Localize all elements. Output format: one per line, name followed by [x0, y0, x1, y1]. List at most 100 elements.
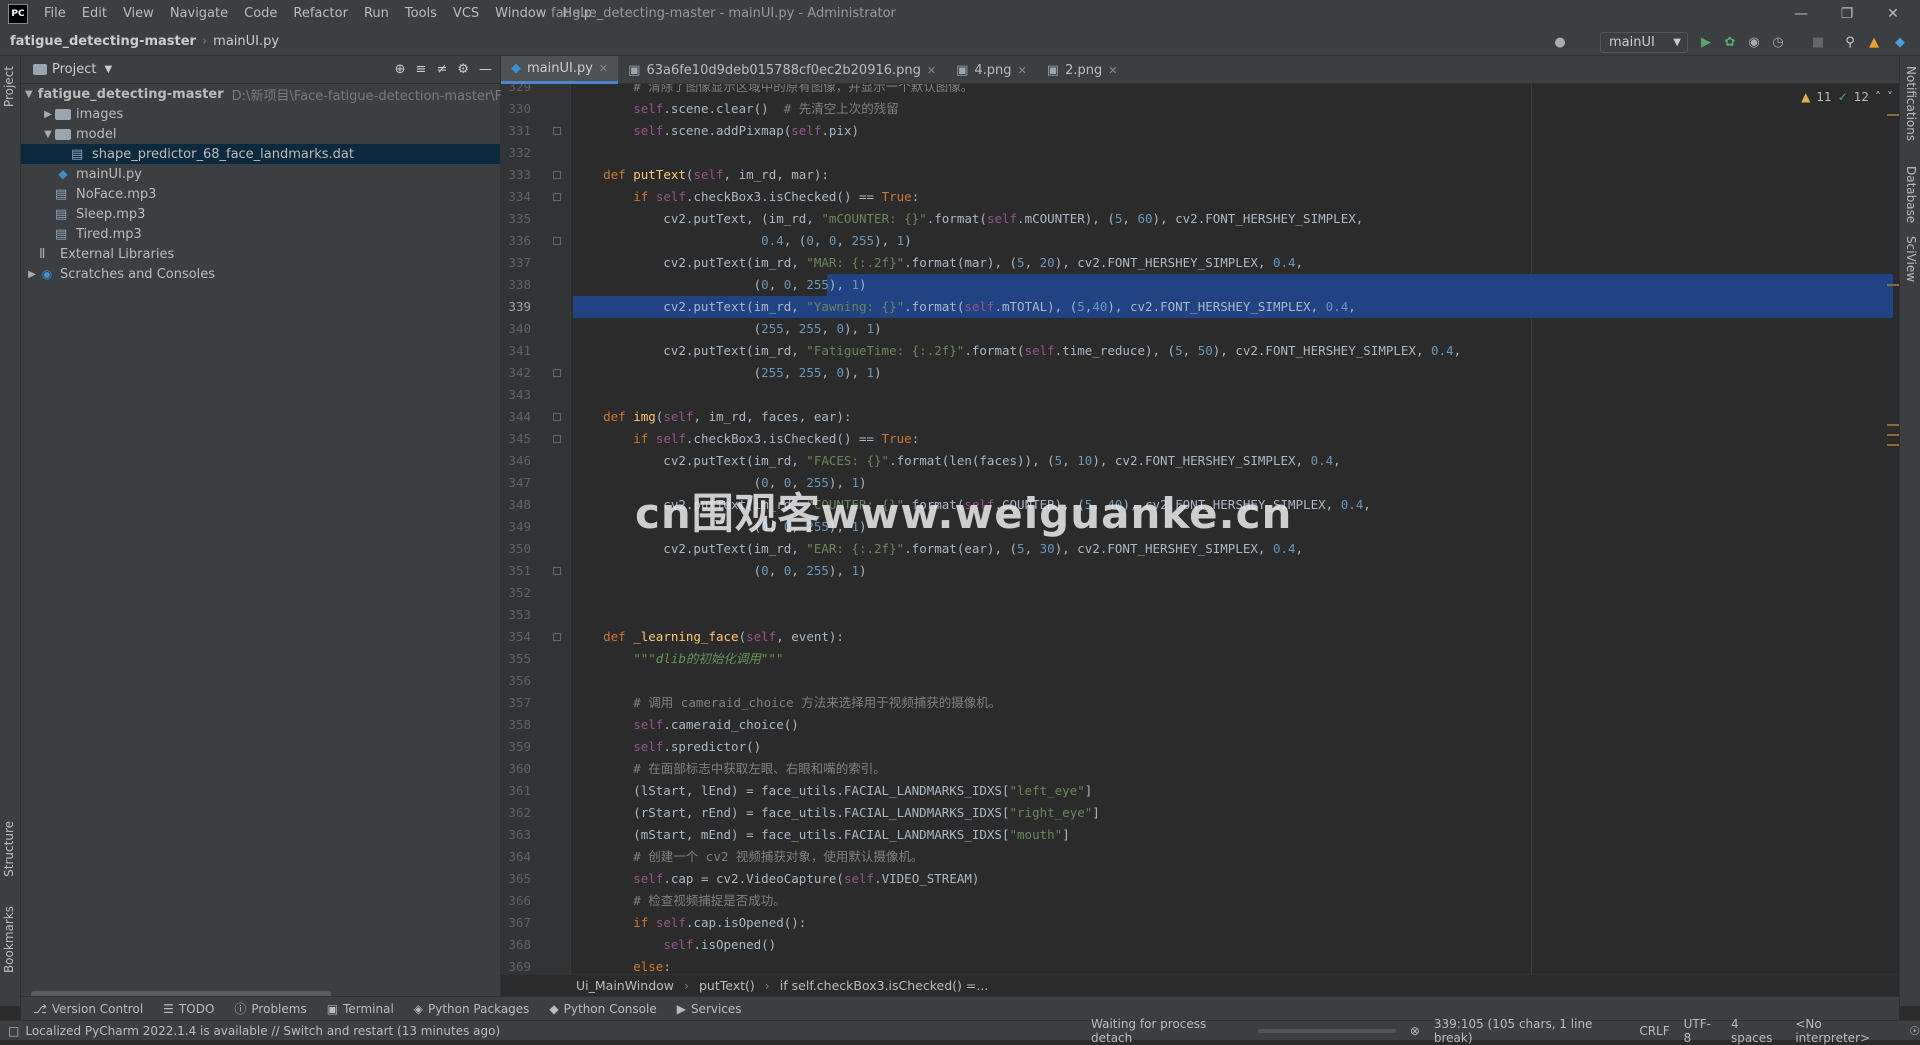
code-line[interactable]: def putText(self, im_rd, mar):: [573, 164, 1893, 186]
tool-window-button[interactable]: ☰ TODO: [163, 1002, 214, 1016]
profile-icon[interactable]: ◷: [1768, 32, 1788, 52]
code-line[interactable]: self.scene.addPixmap(self.pix): [573, 120, 1893, 142]
fold-marker-icon[interactable]: [553, 237, 561, 245]
code-line[interactable]: cv2.putText(im_rd, "Yawning: {}".format(…: [573, 296, 1893, 318]
strip-notifications[interactable]: Notifications: [1904, 66, 1918, 141]
chevron-right-icon[interactable]: ▶: [25, 269, 39, 280]
debug-icon[interactable]: ✿: [1720, 32, 1740, 52]
menu-item[interactable]: Refactor: [285, 0, 356, 28]
close-tab-icon[interactable]: ✕: [927, 64, 936, 77]
run-icon[interactable]: ▶: [1696, 32, 1716, 52]
code-line[interactable]: (255, 255, 0), 1): [573, 362, 1893, 384]
chevron-up-icon[interactable]: ˄: [1875, 90, 1881, 104]
code-line[interactable]: # 调用 cameraid_choice 方法来选择用于视频捕获的摄像机。: [573, 692, 1893, 714]
code-line[interactable]: cv2.putText, (im_rd, "mCOUNTER: {}".form…: [573, 208, 1893, 230]
fold-marker-icon[interactable]: [553, 413, 561, 421]
code-line[interactable]: # 在面部标志中获取左眼、右眼和嘴的索引。: [573, 758, 1893, 780]
coverage-icon[interactable]: ◉: [1744, 32, 1764, 52]
strip-project[interactable]: Project: [2, 66, 16, 107]
error-stripe-marker[interactable]: [1887, 424, 1899, 426]
project-title[interactable]: Project: [52, 62, 96, 77]
tree-item[interactable]: ▶ ◉ Scratches and Consoles: [21, 264, 500, 284]
fold-marker-icon[interactable]: [553, 567, 561, 575]
chevron-right-icon[interactable]: ▶: [41, 109, 55, 120]
editor-scrollbar[interactable]: [1887, 84, 1899, 974]
gear-icon[interactable]: ⚙: [457, 62, 469, 77]
file-encoding[interactable]: UTF-8: [1684, 1017, 1717, 1045]
editor-tab[interactable]: ▣ 63a6fe10d9deb015788cf0ec2b20916.png ✕: [618, 56, 946, 84]
code-line[interactable]: self.cap = cv2.VideoCapture(self.VIDEO_S…: [573, 868, 1893, 890]
menu-item[interactable]: View: [115, 0, 162, 28]
breadcrumb-method[interactable]: putText(): [699, 978, 755, 993]
code-line[interactable]: # 创建一个 cv2 视频捕获对象，使用默认摄像机。: [573, 846, 1893, 868]
editor-tab[interactable]: ▣ 2.png ✕: [1037, 56, 1128, 84]
tool-window-button[interactable]: ⓘ Problems: [234, 1000, 306, 1017]
menu-item[interactable]: Navigate: [162, 0, 236, 28]
user-icon[interactable]: ●: [1550, 32, 1570, 52]
tool-window-button[interactable]: ◈ Python Packages: [414, 1002, 530, 1016]
tree-item[interactable]: ▤ Tired.mp3: [21, 224, 500, 244]
error-stripe-marker[interactable]: [1887, 434, 1899, 436]
tree-item[interactable]: ▼ model: [21, 124, 500, 144]
minimize-icon[interactable]: —: [1778, 0, 1824, 28]
menu-item[interactable]: Run: [356, 0, 397, 28]
menu-item[interactable]: Tools: [397, 0, 445, 28]
strip-bookmarks[interactable]: Bookmarks: [2, 906, 16, 973]
locate-icon[interactable]: ⊕: [395, 62, 406, 77]
error-stripe-marker[interactable]: [1887, 284, 1899, 286]
cancel-icon[interactable]: ⊗: [1410, 1024, 1420, 1038]
tree-item[interactable]: ▤ NoFace.mp3: [21, 184, 500, 204]
code-line[interactable]: (rStart, rEnd) = face_utils.FACIAL_LANDM…: [573, 802, 1893, 824]
update-icon[interactable]: ▲: [1864, 32, 1884, 52]
tree-item[interactable]: ▶ images: [21, 104, 500, 124]
close-tab-icon[interactable]: ✕: [1018, 64, 1027, 77]
search-icon[interactable]: ⚲: [1840, 32, 1860, 52]
close-tab-icon[interactable]: ✕: [1108, 64, 1117, 77]
hide-icon[interactable]: —: [479, 62, 492, 77]
code-line[interactable]: self.isOpened(): [573, 934, 1893, 956]
restore-icon[interactable]: ❐: [1824, 0, 1870, 28]
chevron-down-icon[interactable]: ▼: [41, 129, 55, 140]
tree-item[interactable]: ▤ shape_predictor_68_face_landmarks.dat: [21, 144, 500, 164]
error-stripe-marker[interactable]: [1887, 114, 1899, 116]
tree-item[interactable]: ▼ fatigue_detecting-master D:\新项目\Face-fat…: [21, 84, 541, 104]
code-line[interactable]: # 检查视频捕捉是否成功。: [573, 890, 1893, 912]
tool-window-button[interactable]: ◆ Python Console: [549, 1002, 656, 1016]
code-line[interactable]: # 清除了图像显示区域中的原有图像，并显示一个默认图像。: [573, 84, 1893, 98]
code-line[interactable]: cv2.putText(im_rd, "MAR: {:.2f}".format(…: [573, 252, 1893, 274]
run-config-select[interactable]: mainUI ▼: [1600, 32, 1688, 53]
jetbrains-icon[interactable]: ◆: [1890, 32, 1910, 52]
strip-sciview[interactable]: SciView: [1904, 236, 1918, 282]
code-line[interactable]: self.spredictor(): [573, 736, 1893, 758]
status-message[interactable]: Localized PyCharm 2022.1.4 is available …: [25, 1024, 500, 1038]
nav-file[interactable]: mainUI.py: [213, 34, 279, 49]
expand-all-icon[interactable]: ≡: [416, 62, 427, 77]
code-line[interactable]: if self.cap.isOpened():: [573, 912, 1893, 934]
nav-project[interactable]: fatigue_detecting-master: [0, 34, 196, 49]
code-line[interactable]: (0, 0, 255), 1): [573, 560, 1893, 582]
fold-marker-icon[interactable]: [553, 435, 561, 443]
menu-item[interactable]: Code: [236, 0, 285, 28]
chevron-down-icon[interactable]: ▼: [25, 89, 33, 100]
code-line[interactable]: 0.4, (0, 0, 255), 1): [573, 230, 1893, 252]
tree-item[interactable]: Ⅱ External Libraries: [21, 244, 500, 264]
code-line[interactable]: [573, 582, 1893, 604]
fold-marker-icon[interactable]: [553, 127, 561, 135]
tool-window-button[interactable]: ▣ Terminal: [327, 1002, 394, 1016]
close-icon[interactable]: ✕: [1870, 0, 1916, 28]
menu-item[interactable]: VCS: [445, 0, 487, 28]
collapse-all-icon[interactable]: ≠: [436, 62, 447, 77]
caret-position[interactable]: 339:105 (105 chars, 1 line break): [1434, 1017, 1625, 1045]
tool-window-button[interactable]: ⎇ Version Control: [33, 1002, 143, 1016]
tree-item[interactable]: ◆ mainUI.py: [21, 164, 500, 184]
menu-item[interactable]: Window: [487, 0, 554, 28]
fold-marker-icon[interactable]: [553, 633, 561, 641]
breadcrumb-class[interactable]: Ui_MainWindow: [576, 978, 674, 993]
tool-window-button[interactable]: ▶ Services: [677, 1002, 742, 1016]
fold-marker-icon[interactable]: [553, 171, 561, 179]
editor-tab[interactable]: ◆ mainUI.py ✕: [501, 56, 619, 84]
indent-setting[interactable]: 4 spaces: [1731, 1017, 1781, 1045]
code-line[interactable]: [573, 384, 1893, 406]
code-line[interactable]: cv2.putText(im_rd, "FACES: {}".format(le…: [573, 450, 1893, 472]
tree-item[interactable]: ▤ Sleep.mp3: [21, 204, 500, 224]
